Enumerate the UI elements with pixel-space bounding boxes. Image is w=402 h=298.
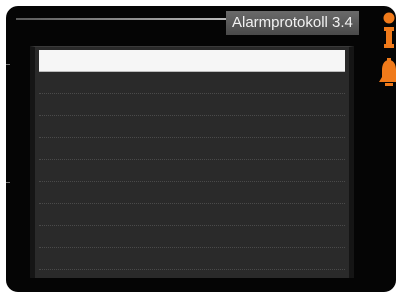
log-row[interactable] — [39, 72, 345, 94]
log-row[interactable] — [39, 94, 345, 116]
log-row[interactable] — [39, 204, 345, 226]
scroll-marker — [6, 182, 10, 183]
log-row[interactable] — [39, 226, 345, 248]
alarm-log-list — [39, 50, 345, 270]
log-row[interactable] — [39, 50, 345, 72]
alarm-log-panel — [30, 46, 354, 278]
log-row[interactable] — [39, 160, 345, 182]
alarm-bell-icon[interactable] — [377, 58, 401, 88]
log-row[interactable] — [39, 116, 345, 138]
page-title: Alarmprotokoll 3.4 — [226, 11, 359, 35]
display-screen: Alarmprotokoll 3.4 — [0, 0, 402, 298]
log-row[interactable] — [39, 248, 345, 270]
log-row[interactable] — [39, 138, 345, 160]
info-icon[interactable] — [377, 12, 401, 52]
log-row[interactable] — [39, 182, 345, 204]
scroll-marker — [6, 64, 10, 65]
header-line — [16, 18, 231, 20]
